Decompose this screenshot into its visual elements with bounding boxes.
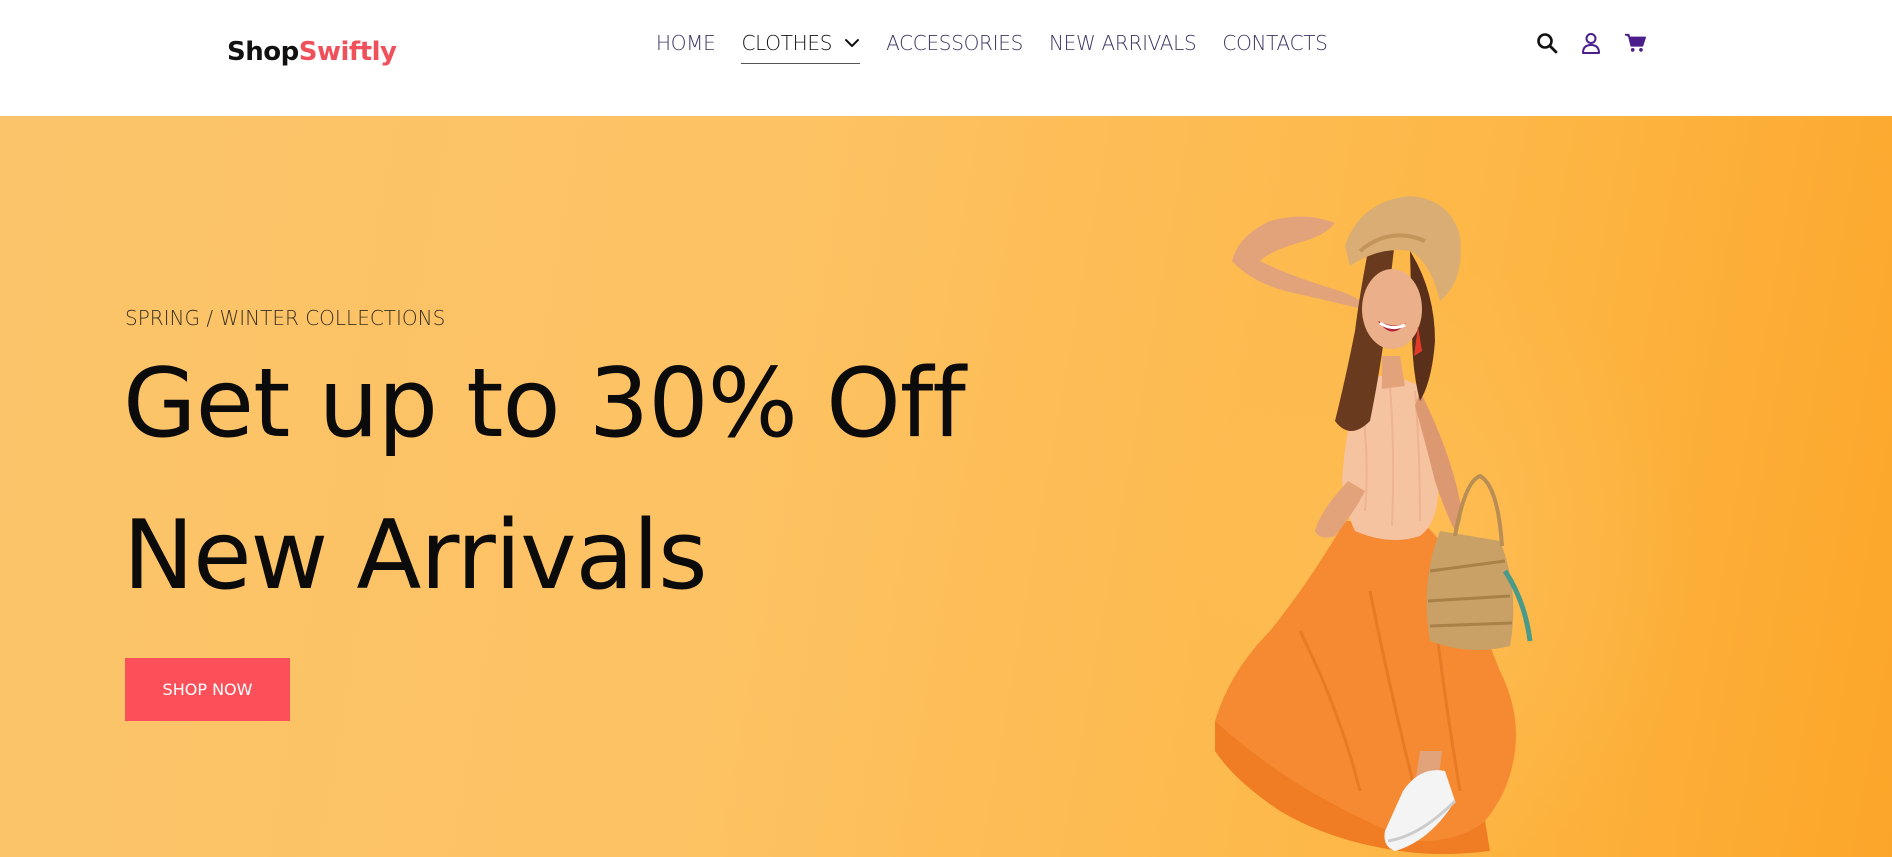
hero-headline-line1: Get up to 30% Off	[123, 349, 966, 459]
search-icon[interactable]	[1536, 31, 1558, 55]
brand-logo[interactable]: ShopSwiftly	[227, 37, 397, 67]
nav-item-clothes[interactable]: CLOTHES	[741, 30, 861, 64]
hero-headline-line2: New Arrivals	[123, 501, 708, 611]
nav-item-contacts[interactable]: CONTACTS	[1222, 30, 1327, 56]
cart-icon[interactable]	[1624, 31, 1646, 55]
hero-banner: SPRING / WINTER COLLECTIONS Get up to 30…	[0, 116, 1892, 857]
brand-name-part2: Swiftly	[298, 37, 397, 67]
chevron-down-icon[interactable]	[844, 37, 860, 49]
hero-eyebrow: SPRING / WINTER COLLECTIONS	[125, 306, 446, 330]
shop-now-button[interactable]: SHOP NOW	[125, 658, 290, 721]
site-header: ShopSwiftly HOME CLOTHES ACCESSORIES NEW…	[0, 0, 1892, 116]
nav-item-accessories[interactable]: ACCESSORIES	[886, 30, 1023, 56]
main-nav: HOME CLOTHES ACCESSORIES NEW ARRIVALS CO…	[656, 30, 1354, 66]
nav-item-new-arrivals[interactable]: NEW ARRIVALS	[1049, 30, 1197, 56]
nav-item-clothes-label: CLOTHES	[741, 31, 833, 55]
user-icon[interactable]	[1580, 31, 1602, 55]
hero-model-image	[1120, 151, 1580, 857]
header-tools	[1536, 31, 1668, 55]
brand-name-part1: Shop	[227, 37, 299, 67]
nav-item-home[interactable]: HOME	[656, 30, 716, 56]
